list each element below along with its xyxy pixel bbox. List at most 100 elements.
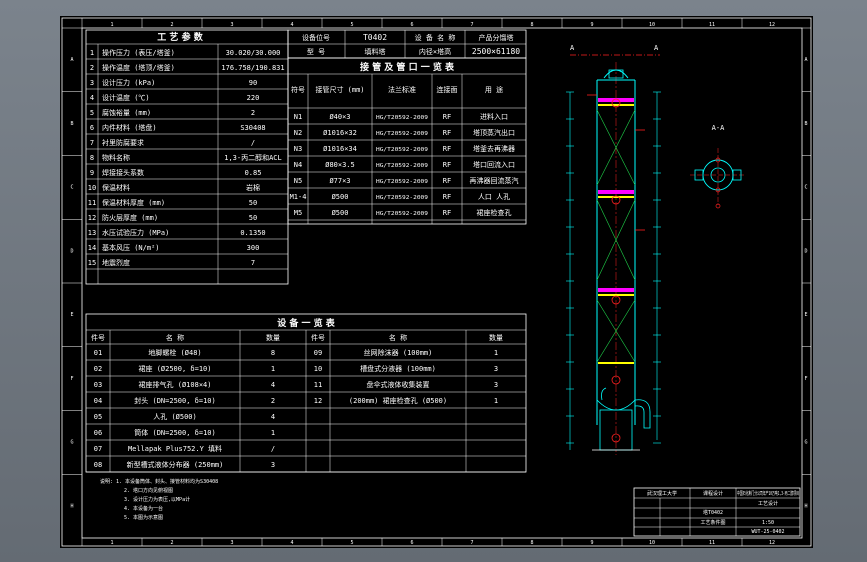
section-mark-left: A	[570, 44, 575, 52]
process-row-name: 焊接接头系数	[102, 168, 144, 177]
process-row-name: 地震烈度	[102, 258, 130, 267]
process-row-name: 防火层厚度 (mm)	[102, 213, 158, 222]
note-line: 4. 本设备为一台	[124, 505, 163, 512]
nozzle-row-symbol: N2	[294, 129, 302, 137]
parts-row-name: Mellapak Plus752.Y 填料	[128, 444, 222, 453]
nozzle-row-symbol: N3	[294, 145, 302, 153]
zone-col-bottom-11: 11	[709, 540, 715, 546]
zone-row-A: A	[70, 57, 73, 63]
process-row-name: 衬里防腐要求	[102, 138, 144, 147]
nozzle-row-symbol: M5	[294, 209, 302, 217]
parts-row-no-2: 12	[314, 397, 322, 405]
zone-col-bottom-12: 12	[769, 540, 775, 546]
parts-row-no: 08	[94, 461, 102, 469]
process-row-name: 基本风压 (N/m²)	[102, 243, 160, 252]
process-row-value: 0.85	[245, 169, 262, 177]
process-row-no: 7	[90, 139, 94, 147]
zone-col-4: 4	[290, 22, 293, 28]
parts-row-no: 04	[94, 397, 102, 405]
parts-row-no: 02	[94, 365, 102, 373]
zone-col-3: 3	[230, 22, 233, 28]
process-row-value: /	[251, 139, 255, 147]
nozzle-row-use: 人口 人孔	[478, 193, 510, 201]
device-pos-value: T0402	[363, 33, 387, 42]
drawing-canvas: 112233445566778899101011111212 A AB BC CD DE…	[61, 17, 812, 547]
nozzle-header-face: 连接面	[437, 85, 458, 94]
nozzle-row-face: RF	[443, 113, 451, 121]
parts-row-qty: 1	[271, 429, 275, 437]
device-type-value1: 内径×塔高	[419, 47, 451, 56]
parts-row-qty: 3	[271, 461, 275, 469]
nozzle-header-use: 用 途	[485, 85, 503, 94]
parts-row-name-2: 槽盘式分液器 (100mm)	[360, 364, 436, 373]
process-row-no: 4	[90, 94, 94, 102]
nozzle-row-size: Ø40×3	[329, 113, 350, 121]
section-view-label: A-A	[712, 124, 725, 132]
parts-row-name: 新型槽式液体分布器 (250mm)	[127, 460, 224, 469]
cad-viewport: 1 1 2 2 3 3 4 4 5 5 6 6 7 7 8 8 9 9 10 10 11 11 12 12 AABBCCDDE…	[0, 0, 867, 562]
parts-row-no-2: 11	[314, 381, 322, 389]
process-row-name: 保温材料厚度 (mm)	[102, 198, 165, 207]
nozzle-row-face: RF	[443, 129, 451, 137]
device-name-value: 产品分馏塔	[479, 33, 514, 42]
parts-row-no: 06	[94, 429, 102, 437]
process-parameter-table: 工 艺 参 数 1 操作压力 (表压/塔釜) 30.020/30.000 2 操作温度 …	[85, 29, 289, 285]
zone-col-2: 2	[170, 22, 173, 28]
nozzle-row-face: RF	[443, 145, 451, 153]
process-row-no: 1	[90, 49, 94, 57]
zone-row-E: E	[70, 312, 73, 318]
zone-col-5: 5	[350, 22, 353, 28]
nozzle-row-face: RF	[443, 177, 451, 185]
parts-row-no: 01	[94, 349, 102, 357]
parts-row-qty-2: 1	[494, 349, 498, 357]
zone-row-markers: A A B B C C D D E E F F G G H H	[62, 27, 811, 509]
nozzle-row-symbol: M1-4	[290, 193, 307, 201]
device-pos-label: 设备位号	[302, 33, 330, 42]
parts-row-name: 裙座排气孔 (Ø108×4)	[139, 380, 212, 389]
nozzle-row-symbol: N1	[294, 113, 302, 121]
process-row-value: S30408	[240, 124, 265, 132]
tb-school2: 课程设计	[703, 490, 723, 497]
nozzle-row-symbol: N4	[294, 161, 302, 169]
process-row-value: 50	[249, 199, 257, 207]
parts-row-name: 地脚螺栓 (Ø48)	[148, 348, 201, 357]
zone-row-right-G: G	[804, 440, 807, 446]
zone-row-H: H	[70, 503, 73, 509]
process-row-no: 12	[88, 214, 96, 222]
note-line: 2. 塔口方向见俯视图	[124, 487, 173, 494]
zone-row-right-C: C	[804, 185, 807, 191]
nozzle-row-use: 裙座检查孔	[477, 208, 512, 217]
parts-row-name: 筒体 (DN=2500, δ=10)	[134, 428, 215, 437]
zone-row-F: F	[70, 376, 73, 382]
process-row-value: 90	[249, 79, 257, 87]
parts-table-title: 设 备 一 览 表	[277, 317, 336, 329]
parts-row-name: 封头 (DN=2500, δ=10)	[134, 396, 215, 405]
nozzle-row-standard: HG/T20592-2009	[376, 115, 428, 121]
zone-row-right-D: D	[804, 248, 807, 254]
nozzle-row-size: Ø500	[332, 209, 349, 217]
zone-col-11: 11	[709, 22, 715, 28]
process-row-name: 物料名称	[102, 153, 130, 162]
parts-row-qty-2: 3	[494, 365, 498, 373]
zone-col-bottom-4: 4	[290, 540, 293, 546]
nozzle-header-symbol: 符号	[291, 85, 305, 94]
nozzle-row-standard: HG/T20592-2009	[376, 179, 428, 185]
parts-row-qty: 4	[271, 413, 275, 421]
device-type-mid: 填料塔	[365, 47, 386, 56]
zone-row-G: G	[70, 440, 73, 446]
process-row-value: 1,3-丙二醇和ACL	[224, 153, 282, 162]
process-row-no: 10	[88, 184, 96, 192]
zone-col-10: 10	[649, 22, 655, 28]
zone-row-right-B: B	[804, 121, 807, 127]
nozzle-row-face: RF	[443, 193, 451, 201]
zone-col-8: 8	[530, 22, 533, 28]
nozzle-row-use: 塔顶蒸汽出口	[473, 128, 515, 137]
process-row-no: 5	[90, 109, 94, 117]
tb-drawing-no: WUT-25-0402	[751, 529, 784, 535]
nozzle-row-size: Ø80×3.5	[325, 161, 355, 169]
device-type-value2: 2500×61180	[472, 47, 520, 56]
parts-row-qty: /	[271, 445, 275, 453]
nozzle-row-standard: HG/T20592-2009	[376, 195, 428, 201]
process-row-no: 15	[88, 259, 96, 267]
nozzle-header-standard: 法兰标准	[388, 85, 416, 94]
